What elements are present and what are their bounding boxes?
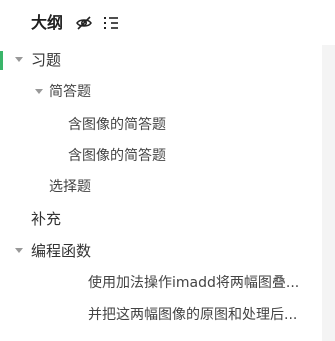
outline-item-label: 并把这两幅图像的原图和处理后... [88,307,298,323]
outline-panel: 大纲 习题 简答题 含图像的简答题 含图像的简答题 选择题 补充 编程函数 使用… [0,0,335,341]
scrollbar[interactable] [322,45,335,341]
active-indicator [0,51,3,70]
outline-title: 大纲 [31,13,64,32]
outline-item-label: 简答题 [49,84,91,100]
outline-item-label: 含图像的简答题 [68,148,166,164]
outline-item-short-answer[interactable]: 简答题 [0,77,322,108]
caret-down-icon[interactable] [35,89,43,94]
outline-item-label: 使用加法操作imadd将两幅图叠... [88,275,300,291]
outline-item-supplement[interactable]: 补充 [0,204,322,235]
outline-item-programming-functions[interactable]: 编程函数 [0,236,322,267]
caret-down-icon[interactable] [15,57,23,62]
outline-item-exercises[interactable]: 习题 [0,45,322,76]
outline-header: 大纲 [0,0,335,44]
outline-item-imadd[interactable]: 使用加法操作imadd将两幅图叠... [0,268,322,299]
outline-item-image-question[interactable]: 含图像的简答题 [0,110,322,141]
outline-item-multiple-choice[interactable]: 选择题 [0,172,322,203]
outline-item-label: 习题 [31,51,62,69]
outline-item-label: 补充 [31,210,62,228]
outline-item-label: 含图像的简答题 [68,117,166,133]
outline-item-compare-images[interactable]: 并把这两幅图像的原图和处理后... [0,300,322,331]
outline-item-label: 选择题 [49,179,91,195]
outline-item-image-question[interactable]: 含图像的简答题 [0,141,322,172]
outline-item-label: 编程函数 [31,242,92,260]
eye-off-icon[interactable] [75,14,93,32]
caret-down-icon[interactable] [15,248,23,253]
list-icon[interactable] [102,14,120,32]
